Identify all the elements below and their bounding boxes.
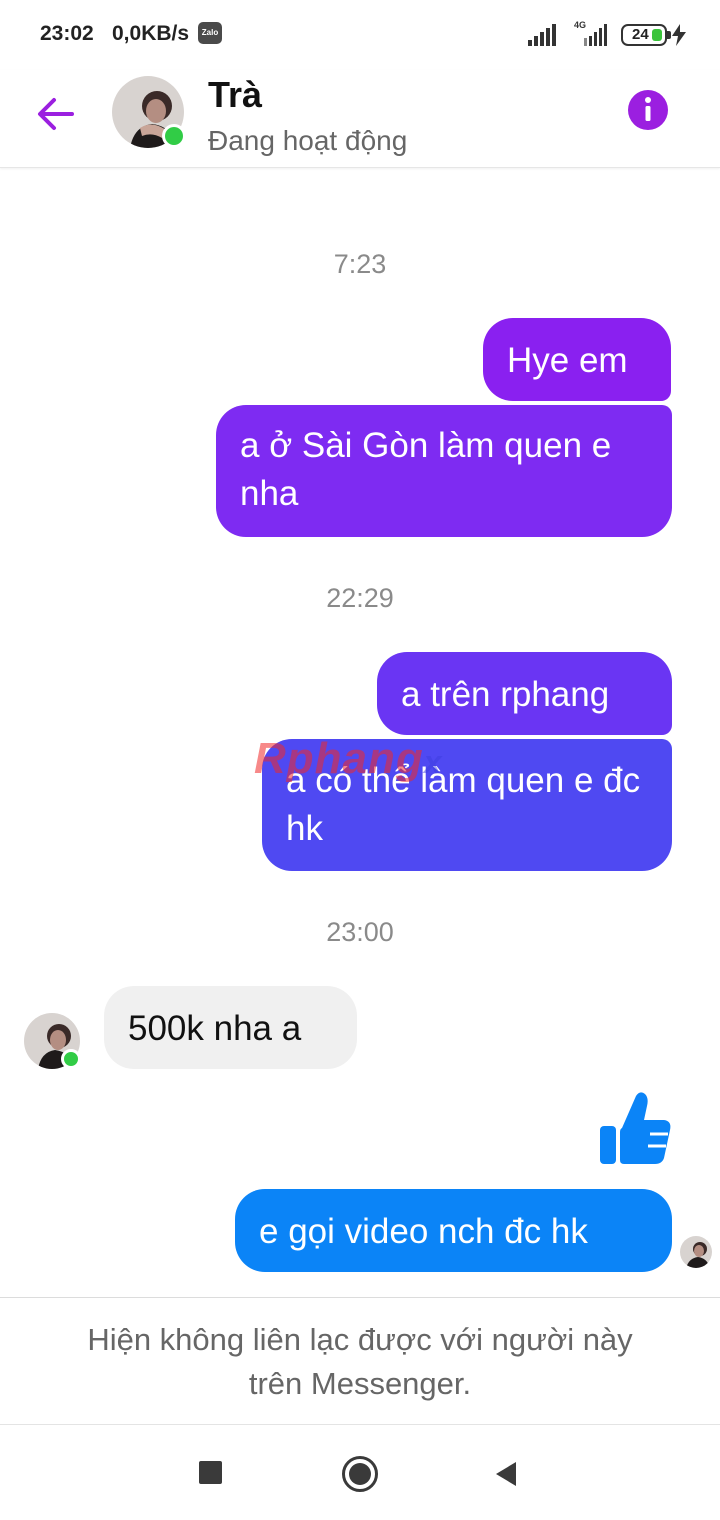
messenger-unavailable-notice: Hiện không liên lạc được với người này t…	[0, 1297, 720, 1425]
square-icon[interactable]	[199, 1461, 222, 1484]
outgoing-message-bubble[interactable]: a ở Sài Gòn làm quen e nha	[216, 405, 672, 537]
outgoing-message-bubble[interactable]: e gọi video nch đc hk	[235, 1189, 672, 1272]
read-receipt-avatar	[680, 1236, 712, 1268]
mobile-data-signal-icon	[584, 24, 607, 46]
signal-strength-icon	[528, 24, 556, 46]
battery-icon: 24	[621, 24, 671, 46]
conversation-header: Trà Đang hoạt động	[0, 70, 720, 168]
incoming-message-bubble[interactable]: 500k nha a	[104, 986, 357, 1069]
conversation-info-button[interactable]	[626, 88, 670, 132]
charging-bolt-icon	[672, 24, 686, 46]
outgoing-message-bubble[interactable]: a trên rphang	[377, 652, 672, 735]
arrow-left-icon	[38, 98, 74, 130]
back-button[interactable]	[32, 90, 80, 138]
outgoing-message-bubble[interactable]: Hye em	[483, 318, 671, 401]
timestamp-divider: 7:23	[333, 249, 387, 279]
contact-name[interactable]: Trà	[208, 74, 262, 116]
contact-active-status: Đang hoạt động	[208, 125, 408, 156]
outgoing-message-bubble[interactable]: a có thể làm quen e đc hk	[262, 739, 672, 871]
zalo-notification-icon: Zalo	[198, 22, 222, 44]
system-navigation-bar	[0, 1425, 720, 1520]
battery-level: 24	[632, 26, 649, 43]
info-icon	[628, 90, 668, 130]
status-bar: 23:02 0,0KB/s Zalo 4G 24	[0, 0, 720, 70]
circle-home-icon[interactable]	[342, 1456, 378, 1492]
triangle-back-icon[interactable]	[494, 1461, 518, 1487]
thumbs-up-icon[interactable]	[598, 1090, 672, 1166]
network-speed: 0,0KB/s	[112, 22, 190, 45]
status-time: 23:02	[40, 22, 94, 45]
online-status-indicator	[162, 124, 186, 148]
timestamp-divider: 23:00	[326, 917, 394, 947]
online-status-indicator	[61, 1049, 81, 1069]
timestamp-divider: 22:29	[326, 583, 394, 613]
